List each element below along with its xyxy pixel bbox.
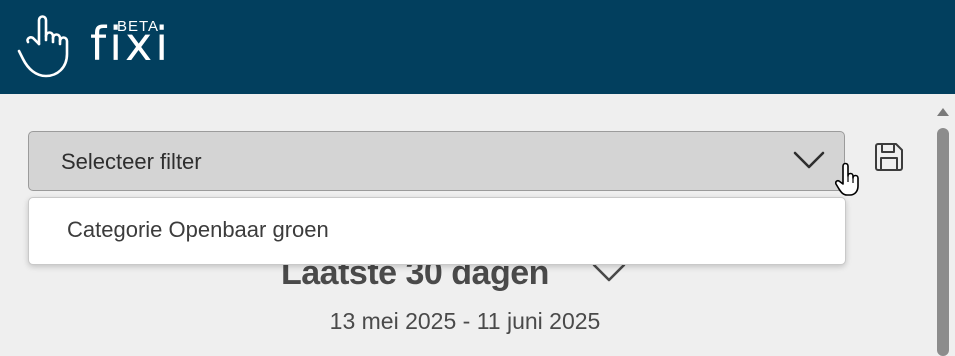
app-header: fixi BETA xyxy=(0,0,955,94)
hand-pointer-icon xyxy=(17,15,69,78)
filter-option[interactable]: Categorie Openbaar groen xyxy=(67,217,329,243)
filter-select[interactable]: Selecteer filter xyxy=(28,131,859,196)
beta-badge: BETA xyxy=(117,18,160,35)
scrollbar-thumb[interactable] xyxy=(937,128,949,356)
scroll-up-arrow-icon[interactable] xyxy=(936,106,950,118)
chevron-down-icon[interactable] xyxy=(592,262,626,284)
hand-cursor-icon xyxy=(835,162,859,196)
filter-dropdown-menu: Categorie Openbaar groen xyxy=(28,197,846,265)
period-date-range: 13 mei 2025 - 11 juni 2025 xyxy=(329,308,601,334)
chevron-down-icon[interactable] xyxy=(793,150,825,170)
filter-select-placeholder: Selecteer filter xyxy=(61,149,202,174)
save-icon[interactable] xyxy=(873,141,905,173)
